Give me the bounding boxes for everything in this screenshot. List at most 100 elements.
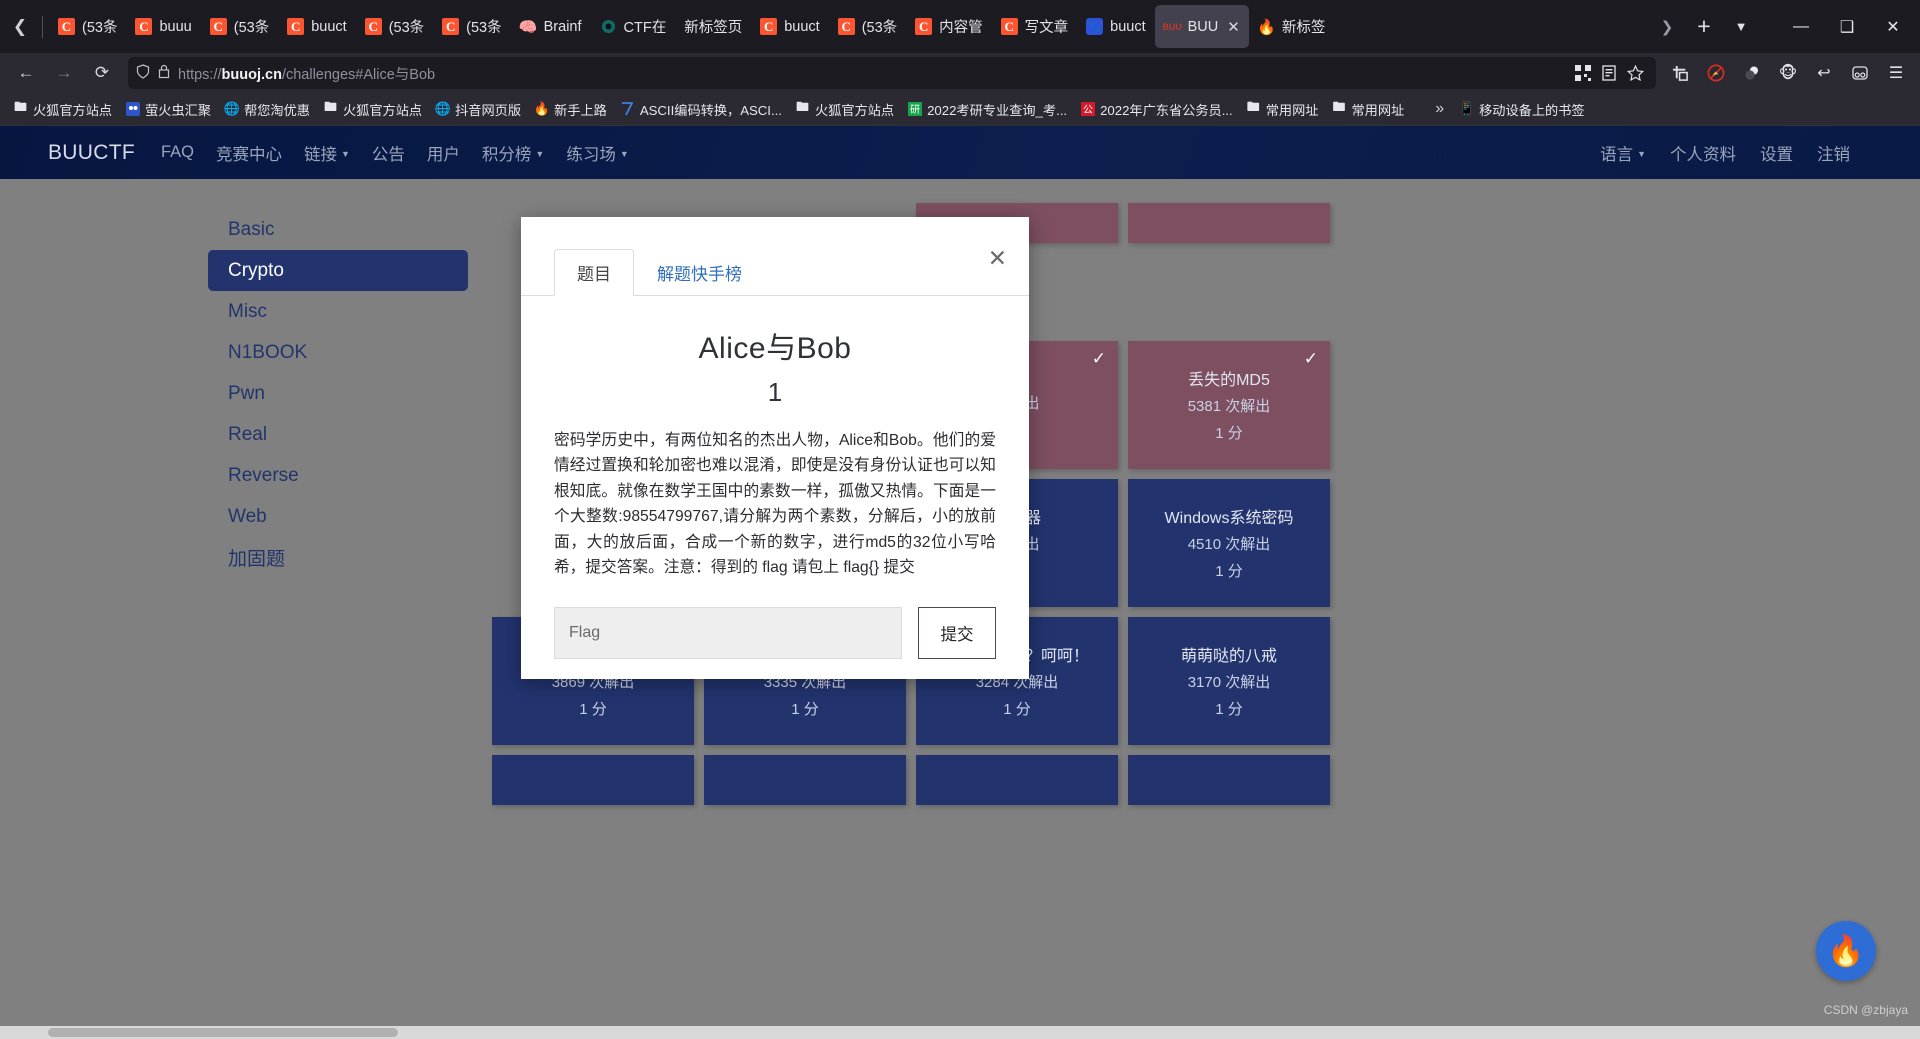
page-content: BUUCTF FAQ 竞赛中心 链接 ▼ 公告 用户 积分榜 ▼ 练习场 ▼ 语言 ▼ … <box>0 126 1920 1039</box>
site-nav-right: 语言 ▼ 个人资料 设置 注销 <box>1600 141 1902 165</box>
browser-tab-active[interactable]: BUU BUU ✕ <box>1154 5 1249 48</box>
new-tab-button[interactable]: + <box>1686 9 1722 45</box>
double-chevron-right-icon[interactable]: » <box>1427 100 1452 118</box>
bookmark-item[interactable]: 萤火虫汇聚 <box>119 96 217 122</box>
challenge-card[interactable] <box>1128 755 1330 805</box>
tab-title: (53条 <box>82 20 118 36</box>
sidebar-item-real[interactable]: Real <box>208 414 468 455</box>
nav-item-links[interactable]: 链接 ▼ <box>304 141 350 165</box>
bookmark-item[interactable]: 🔥 新手上路 <box>528 96 613 122</box>
address-bar[interactable]: https://buuoj.cn/challenges#Alice与Bob <box>128 57 1656 89</box>
glasses-icon[interactable] <box>1844 57 1876 89</box>
browser-tab[interactable]: Cbuuct <box>278 5 355 48</box>
bookmark-item[interactable]: 🖿 火狐官方站点 <box>789 96 900 122</box>
browser-tab[interactable]: Cbuuu <box>126 5 200 48</box>
chevron-down-icon[interactable]: ▼ <box>1724 10 1758 44</box>
bookmark-item[interactable]: 🌐 抖音网页版 <box>429 96 527 122</box>
undo-icon[interactable]: ↩ <box>1808 57 1840 89</box>
browser-tab[interactable]: C (53条 <box>829 5 906 48</box>
browser-tab[interactable]: 🔥 新标签 <box>1249 5 1335 48</box>
minimize-icon[interactable]: — <box>1778 7 1824 47</box>
scrollbar-thumb[interactable] <box>48 1028 398 1037</box>
bookmark-item[interactable]: 🖿 火狐官方站点 <box>7 96 118 122</box>
back-arrow-icon[interactable]: ← <box>8 57 44 89</box>
challenge-card[interactable] <box>916 755 1118 805</box>
browser-tab[interactable]: Cbuuct <box>751 5 828 48</box>
challenge-card[interactable] <box>1128 203 1330 243</box>
challenge-title: Windows系统密码 <box>1164 509 1294 527</box>
challenge-card[interactable]: 萌萌哒的八戒 3170 次解出 1 分 <box>1128 617 1330 745</box>
bookmark-item[interactable]: 公 2022年广东省公务员... <box>1074 96 1239 122</box>
chevron-right-icon[interactable]: ❯ <box>1650 10 1684 44</box>
browser-tab[interactable]: CTF在 <box>591 5 676 48</box>
menu-icon[interactable]: ☰ <box>1880 57 1912 89</box>
nav-item-announcements[interactable]: 公告 <box>372 141 405 165</box>
submit-button[interactable]: 提交 <box>918 606 996 659</box>
nav-item-language[interactable]: 语言 ▼ <box>1600 141 1646 165</box>
bookmark-item[interactable]: 研 2022考研专业查询_考... <box>901 96 1073 122</box>
navigation-toolbar: ← → ⟳ https://buuoj.cn/challenges#Alice与… <box>0 53 1920 93</box>
tab-challenge[interactable]: 题目 <box>554 249 634 296</box>
browser-tab[interactable]: C (53条 <box>356 5 433 48</box>
challenge-card[interactable] <box>492 755 694 805</box>
shield-icon[interactable] <box>136 64 150 82</box>
browser-tab[interactable]: C (53条 <box>201 5 278 48</box>
nav-item-scoreboard[interactable]: 积分榜 ▼ <box>482 141 544 165</box>
nav-item-logout[interactable]: 注销 <box>1817 141 1850 165</box>
adblock-icon[interactable] <box>1700 57 1732 89</box>
sidebar-item-misc[interactable]: Misc <box>208 291 468 332</box>
lock-icon[interactable] <box>158 64 170 82</box>
sidebar-item-n1book[interactable]: N1BOOK <box>208 332 468 373</box>
browser-tab[interactable]: C 写文章 <box>992 5 1078 48</box>
sidebar-item-crypto[interactable]: Crypto <box>208 250 468 291</box>
tab-scroll-left-icon[interactable]: ❮ <box>4 7 36 47</box>
sidebar-item-hardening[interactable]: 加固题 <box>208 537 468 578</box>
reader-view-icon[interactable] <box>1602 65 1616 81</box>
challenge-card[interactable] <box>704 755 906 805</box>
challenge-modal: ✕ 题目 解题快手榜 Alice与Bob 1 密码学历史中，有两位知名的杰出人物… <box>521 217 1029 679</box>
sidebar-item-reverse[interactable]: Reverse <box>208 455 468 496</box>
sidebar-item-basic[interactable]: Basic <box>208 209 468 250</box>
nav-item-settings[interactable]: 设置 <box>1760 141 1793 165</box>
horizontal-scrollbar[interactable] <box>0 1026 1920 1039</box>
forward-arrow-icon[interactable]: → <box>46 57 82 89</box>
star-icon[interactable] <box>1627 64 1644 82</box>
bookmark-item[interactable]: 🖿 常用网址 <box>1240 96 1325 122</box>
bookmark-item[interactable]: ASCII编码转换，ASCI... <box>614 96 788 122</box>
firefox-icon[interactable]: 🔥 <box>1816 921 1876 981</box>
monkey-icon[interactable]: 🐵 <box>1772 57 1804 89</box>
maximize-icon[interactable]: ❑ <box>1824 7 1870 47</box>
tab-solvers[interactable]: 解题快手榜 <box>634 249 765 296</box>
nav-item-profile[interactable]: 个人资料 <box>1670 141 1736 165</box>
close-icon[interactable]: ✕ <box>1870 7 1916 47</box>
challenge-card[interactable]: ✓ 丢失的MD5 5381 次解出 1 分 <box>1128 341 1330 469</box>
sidebar-item-pwn[interactable]: Pwn <box>208 373 468 414</box>
browser-tab[interactable]: 🧠 Brainf <box>511 5 591 48</box>
nav-item-users[interactable]: 用户 <box>427 141 460 165</box>
nav-item-contest-center[interactable]: 竞赛中心 <box>216 141 282 165</box>
tab-title: (53条 <box>233 20 270 36</box>
sidebar-item-web[interactable]: Web <box>208 496 468 537</box>
flag-input[interactable]: Flag <box>554 606 902 659</box>
bookmark-item[interactable]: 🖿 火狐官方站点 <box>317 96 428 122</box>
reload-icon[interactable]: ⟳ <box>84 57 120 89</box>
screenshot-icon[interactable] <box>1664 57 1696 89</box>
bookmark-item[interactable]: 🖿 常用网址 <box>1325 96 1410 122</box>
nav-item-faq[interactable]: FAQ <box>161 143 194 162</box>
browser-tab[interactable]: C 内容管 <box>906 5 992 48</box>
bookmark-item[interactable]: 🌐 帮您淘优惠 <box>218 96 316 122</box>
browser-tab[interactable]: 新标签页 <box>675 5 751 48</box>
qrcode-icon[interactable] <box>1575 65 1591 81</box>
browser-tab[interactable]: C (53条 <box>433 5 510 48</box>
mobile-bookmarks-item[interactable]: 📱 移动设备上的书签 <box>1453 96 1591 122</box>
close-icon[interactable]: ✕ <box>1227 18 1240 36</box>
csdn-icon: C <box>135 18 153 35</box>
close-icon[interactable]: ✕ <box>988 247 1007 270</box>
browser-tab[interactable]: C (53条 <box>49 5 126 48</box>
site-brand[interactable]: BUUCTF <box>48 141 135 165</box>
browser-tab[interactable]: 🐾 buuct <box>1077 5 1154 48</box>
pocket-icon[interactable] <box>1736 57 1768 89</box>
challenge-card[interactable]: Windows系统密码 4510 次解出 1 分 <box>1128 479 1330 607</box>
folder-icon: 🖿 <box>1246 99 1260 114</box>
nav-item-practice[interactable]: 练习场 ▼ <box>566 141 628 165</box>
